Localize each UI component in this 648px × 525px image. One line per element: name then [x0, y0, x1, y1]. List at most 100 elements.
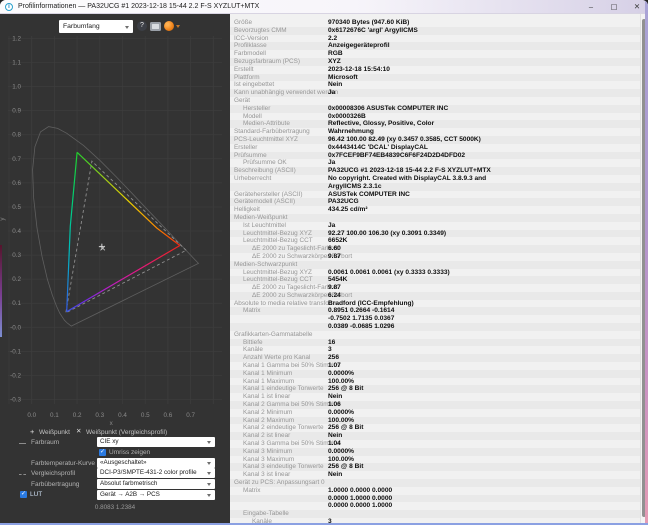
info-row: Modell 0x0000326B: [243, 112, 366, 120]
info-row: Matrix 1.0000 0.0000 0.0000: [243, 486, 393, 494]
whitepoint-comparison-marker-icon: ✕: [76, 428, 82, 435]
info-row: Leuchtmittel-Bezug XYZ 0.0061 0.0061 0.00…: [243, 268, 450, 276]
lut-direction-select[interactable]: Gerät → A2B → PCS: [97, 490, 215, 500]
info-row: ΔE 2000 zu Schwarzkörper-Farbort 9.87: [252, 252, 353, 260]
info-row: Prüfsumme 0x7FCEF9BF74EB4839C6F6F24D2D4DF…: [230, 151, 645, 160]
info-row: Kanäle 3: [243, 346, 332, 354]
svg-text:0.6: 0.6: [164, 412, 173, 419]
info-row: Kanal 3 eindeutige Tonwerte 256 @ 8 Bit: [230, 463, 645, 472]
svg-text:x: x: [110, 420, 114, 427]
comparison-profile-select[interactable]: DCI-P3/SMPTE-431-2 color profile: [97, 468, 215, 478]
svg-text:0.2: 0.2: [12, 276, 21, 283]
info-row: ArgyllCMS 2.3.1c: [230, 182, 645, 191]
svg-text:0.3: 0.3: [95, 412, 104, 419]
info-row: ΔE 2000 zu Schwarzkörper-Farbort 6.24: [230, 291, 645, 300]
info-row: Kanal 1 Maximum 100.00%: [243, 377, 355, 385]
info-row: Kanal 2 ist linear Nein: [230, 432, 645, 441]
color-temperature-curve-select[interactable]: «Ausgeschaltet»: [97, 458, 215, 468]
info-row: 0.0000 1.0000 0.0000: [230, 494, 645, 503]
svg-text:0.8: 0.8: [12, 132, 21, 139]
info-row: Erstellt 2023-12-18 15:54:10: [234, 65, 390, 73]
info-row: Kanal 3 Maximum 100.00%: [243, 455, 355, 463]
svg-text:1.2: 1.2: [12, 35, 21, 42]
color-temperature-curve-label: Farbtemperatur-Kurve: [31, 460, 95, 467]
info-row: Kanal 1 eindeutige Tonwerte 256 @ 8 Bit: [230, 385, 645, 394]
info-row: Bevorzugtes CMM 0x6172676C 'argl' ArgyllC…: [230, 26, 645, 35]
info-row: -0.7502 1.7135 0.0367: [328, 315, 395, 323]
whitepoint-comparison-legend-label: Weißpunkt (Vergleichsprofil): [86, 429, 168, 436]
profile-info-panel: Größe 970340 Bytes (947.60 KiB) Bevorzugte…: [230, 14, 645, 525]
svg-text:1.0: 1.0: [12, 84, 21, 91]
info-row: Kanal 3 ist linear Nein: [243, 471, 343, 479]
chromaticity-diagram[interactable]: 1.2 1.1 1.0 0.9 0.8 0.7 0.6 0.5 0.4 0.3 0.2 0.1 -0.0…: [0, 32, 230, 428]
whitepoint-legend-label: Weißpunkt: [39, 429, 70, 436]
info-row: Ist eingebettet Nein: [234, 81, 343, 89]
info-row: Farbmodell RGB: [234, 50, 343, 58]
info-row: ICC-Version 2.2: [234, 34, 338, 42]
info-row: Urheberrecht No copyright. Created with D…: [234, 174, 487, 182]
svg-text:0.4: 0.4: [118, 412, 127, 419]
svg-text:0.3: 0.3: [12, 252, 21, 259]
profile-information-window: i Profilinformationen — PA32UCG #1 2023-…: [0, 0, 648, 525]
titlebar: i Profilinformationen — PA32UCG #1 2023-…: [0, 0, 648, 14]
info-row: Medien-Schwarzpunkt: [230, 260, 645, 269]
help-icon[interactable]: ?: [137, 21, 147, 31]
colorspace-select[interactable]: CIE xy: [97, 437, 215, 447]
maximize-button[interactable]: ▢: [609, 0, 619, 14]
diagram-panel: Farbumfang ? 1.2 1.1 1.0 0.9 0.8 0.7 0.6 0.5 0.4…: [0, 14, 230, 525]
svg-text:y: y: [0, 217, 6, 221]
svg-text:-0.0: -0.0: [10, 324, 21, 331]
gamut-line-icon: [19, 443, 26, 444]
comparison-line-icon: [19, 474, 26, 475]
lut-checkbox-label: LUT: [30, 491, 43, 498]
colorspace-label: Farbraum: [31, 439, 60, 446]
info-row: Ersteller 0x4443414C 'DCAL' DisplayCAL: [234, 143, 428, 151]
report-image-icon[interactable]: [150, 22, 161, 31]
svg-text:-0.3: -0.3: [10, 397, 21, 404]
info-row: Medien-Attribute Reflective, Glossy, Posi…: [230, 120, 645, 129]
info-row: Kanal 2 Minimum 0.0000%: [243, 408, 355, 416]
info-row: Prüfsumme OK Ja: [243, 159, 336, 167]
info-row: Hersteller 0x00008306 ASUSTek COMPUTER IN…: [230, 104, 645, 113]
rendering-intent-select[interactable]: Absolut farbmetrisch: [97, 479, 215, 489]
svg-text:0.7: 0.7: [186, 412, 195, 419]
info-row: Kanal 3 Gamma bei 50% Stimulus 1.04: [243, 440, 341, 448]
background-window-sliver: [0, 245, 2, 337]
info-row: Matrix 0.8951 0.2664 -0.1614: [230, 307, 645, 316]
info-row: Gerätehersteller (ASCII) ASUSTek COMPUTER…: [234, 190, 410, 198]
svg-text:1.1: 1.1: [12, 60, 21, 67]
svg-text:0.5: 0.5: [12, 204, 21, 211]
whitepoint-marker-icon: +: [30, 427, 35, 436]
info-row: Kanal 3 Minimum 0.0000%: [230, 447, 645, 456]
info-row: Helligkeit 434.25 cd/m²: [234, 206, 368, 214]
close-button[interactable]: ✕: [632, 0, 642, 14]
lut-checkbox[interactable]: ✓: [20, 491, 27, 498]
svg-text:0.5: 0.5: [141, 412, 150, 419]
info-row: Leuchtmittel-Bezug XYZ 92.27 100.00 106.3…: [230, 229, 645, 238]
info-row: Kanal 1 Gamma bei 50% Stimulus 1.07: [243, 362, 341, 370]
info-row: Kanal 1 ist linear Nein: [243, 393, 343, 401]
profile-menu-caret-icon[interactable]: [176, 25, 180, 28]
info-row: Größe 970340 Bytes (947.60 KiB): [234, 19, 410, 26]
svg-text:0.1: 0.1: [50, 412, 59, 419]
svg-text:0.1: 0.1: [12, 300, 21, 307]
cursor-coordinates: 0.8083 1.2384: [94, 504, 136, 511]
info-row: Anzahl Werte pro Kanal 256: [230, 354, 645, 363]
window-title: Profilinformationen — PA32UCG #1 2023-12…: [18, 3, 260, 10]
info-row: Bezugsfarbraum (PCS) XYZ: [230, 57, 645, 66]
minimize-button[interactable]: –: [586, 0, 596, 14]
info-row: 0.0000 0.0000 1.0000: [328, 502, 393, 510]
info-row: ΔE 2000 zu Tageslicht-Farbort 6.60: [230, 245, 645, 253]
info-row: Eingabe-Tabelle: [230, 510, 645, 518]
outline-checkbox-label: Umriss zeigen: [109, 449, 151, 456]
comparison-profile-label: Vergleichsprofil: [31, 470, 76, 477]
install-profile-icon[interactable]: [164, 21, 174, 31]
info-row: Ist Leuchtmittel Ja: [243, 221, 336, 229]
outline-checkbox[interactable]: ✓: [99, 449, 106, 456]
info-row: Kanal 2 eindeutige Tonwerte 256 @ 8 Bit: [243, 424, 364, 432]
svg-text:0.6: 0.6: [12, 180, 21, 187]
info-row: Gerätemodell (ASCII) PA32UCG: [230, 198, 645, 207]
svg-text:0.7: 0.7: [12, 156, 21, 163]
info-row: Beschreibung (ASCII) PA32UCG #1 2023-12-1…: [230, 167, 645, 175]
info-row: Bittiefe 16: [230, 338, 645, 347]
